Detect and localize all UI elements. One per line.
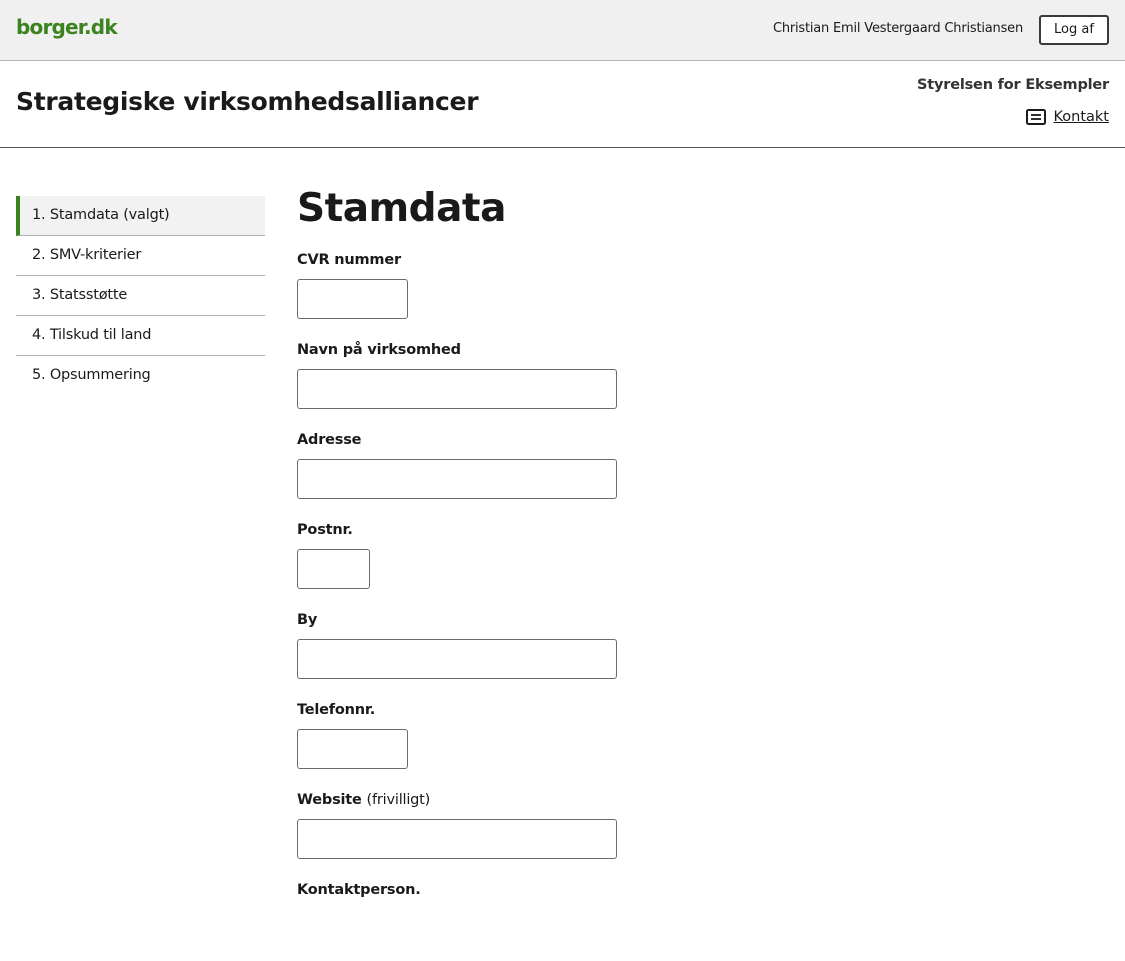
contact-person-field-group: Kontaktperson. bbox=[297, 882, 997, 898]
website-label-text: Website bbox=[297, 792, 362, 808]
phone-label: Telefonnr. bbox=[297, 702, 376, 718]
phone-input[interactable] bbox=[297, 729, 408, 769]
top-bar: borger.dk Christian Emil Vestergaard Chr… bbox=[0, 0, 1125, 61]
cvr-input[interactable] bbox=[297, 279, 408, 319]
contact-label: Kontakt bbox=[1053, 109, 1109, 125]
phone-field-group: Telefonnr. bbox=[297, 702, 997, 769]
city-label: By bbox=[297, 612, 318, 628]
authority-name: Styrelsen for Eksempler bbox=[917, 77, 1109, 93]
logout-button[interactable]: Log af bbox=[1039, 15, 1109, 45]
optional-hint: (frivilligt) bbox=[366, 792, 431, 808]
address-field-group: Adresse bbox=[297, 432, 997, 499]
step-opsummering[interactable]: 5. Opsummering bbox=[16, 356, 265, 396]
cvr-field-group: CVR nummer bbox=[297, 252, 997, 319]
message-icon bbox=[1026, 109, 1047, 125]
postal-code-input[interactable] bbox=[297, 549, 370, 589]
address-input[interactable] bbox=[297, 459, 617, 499]
step-statsstotte[interactable]: 3. Statsstøtte bbox=[16, 276, 265, 316]
page-title: Stamdata bbox=[297, 186, 506, 231]
company-name-input[interactable] bbox=[297, 369, 617, 409]
website-label: Website (frivilligt) bbox=[297, 792, 997, 808]
step-stamdata[interactable]: 1. Stamdata (valgt) bbox=[16, 196, 265, 236]
borger-dk-logo[interactable]: borger.dk bbox=[16, 15, 118, 39]
contact-person-label: Kontaktperson. bbox=[297, 882, 421, 898]
website-input[interactable] bbox=[297, 819, 617, 859]
address-label: Adresse bbox=[297, 432, 362, 448]
user-name: Christian Emil Vestergaard Christiansen bbox=[772, 21, 1023, 36]
contact-link[interactable]: Kontakt bbox=[1026, 109, 1109, 125]
city-input[interactable] bbox=[297, 639, 617, 679]
postal-code-field-group: Postnr. bbox=[297, 522, 997, 589]
city-field-group: By bbox=[297, 612, 997, 679]
company-name-field-group: Navn på virksomhed bbox=[297, 342, 997, 409]
step-smv-kriterier[interactable]: 2. SMV-kriterier bbox=[16, 236, 265, 276]
website-field-group: Website (frivilligt) bbox=[297, 792, 997, 859]
app-header: Strategiske virksomhedsalliancer Styrels… bbox=[0, 61, 1125, 148]
app-title: Strategiske virksomhedsalliancer bbox=[16, 87, 479, 116]
step-tilskud-til-land[interactable]: 4. Tilskud til land bbox=[16, 316, 265, 356]
step-navigation: 1. Stamdata (valgt) 2. SMV-kriterier 3. … bbox=[16, 196, 265, 396]
main-content: Stamdata CVR nummer Navn på virksomhed A… bbox=[297, 186, 997, 921]
company-name-label: Navn på virksomhed bbox=[297, 342, 461, 358]
cvr-label: CVR nummer bbox=[297, 252, 401, 268]
postal-code-label: Postnr. bbox=[297, 522, 353, 538]
